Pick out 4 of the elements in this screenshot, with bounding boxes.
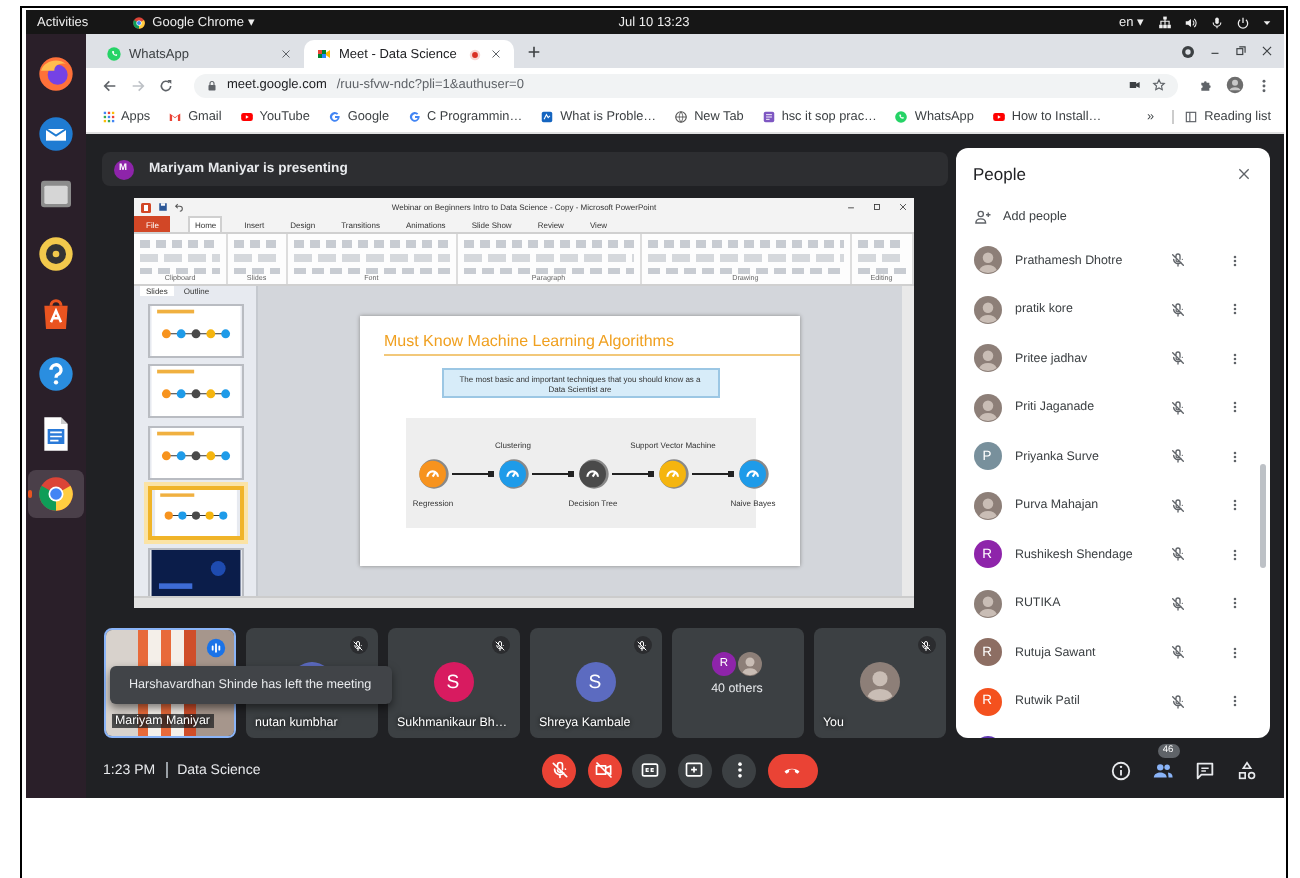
participant-avatar: S (433, 662, 473, 702)
panel-title: People (973, 164, 1026, 184)
participant-avatar: S (575, 662, 615, 702)
slide-title: Must Know Machine Learning Algorithms (384, 332, 674, 350)
